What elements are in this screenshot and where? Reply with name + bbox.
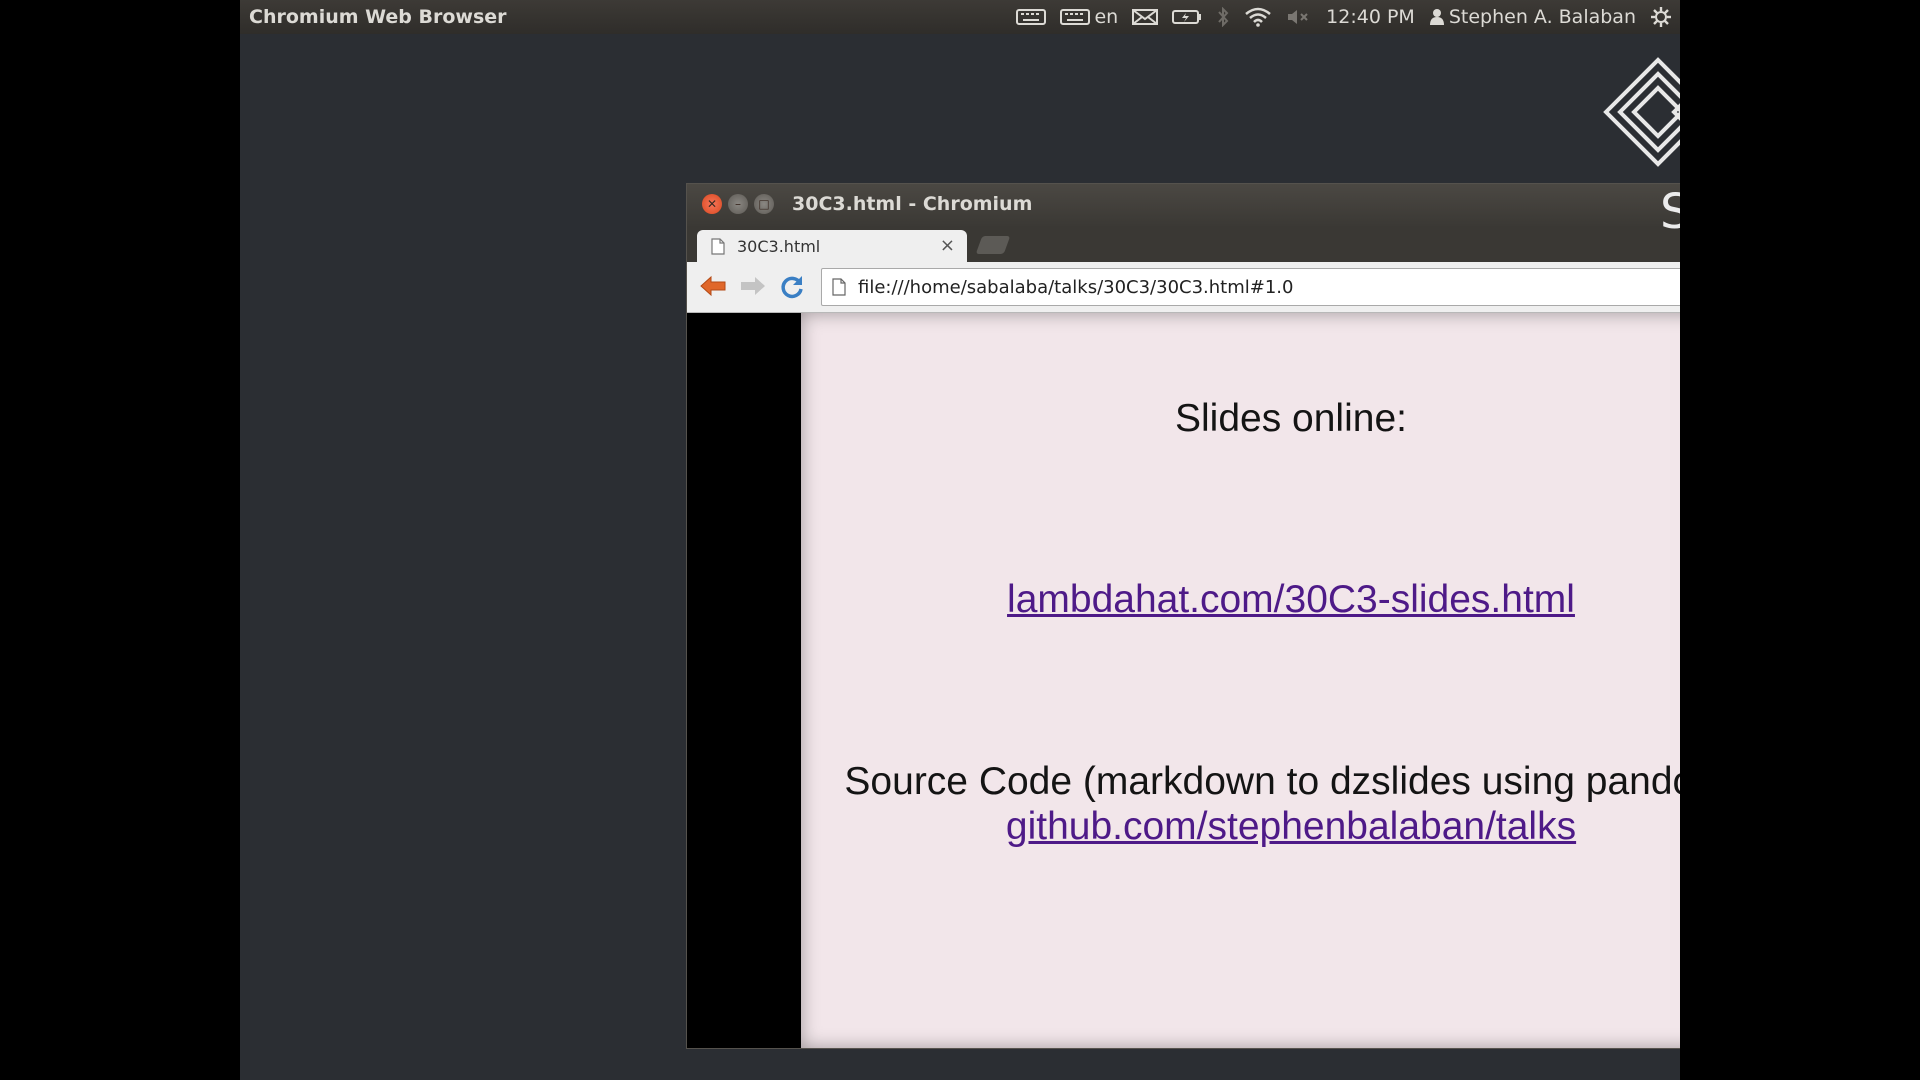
window-titlebar: ✕ – □ 30C3.html - Chromium [687, 184, 1680, 228]
event-logo: Saal I [1596, 50, 1680, 240]
mail-icon[interactable] [1132, 8, 1159, 26]
minimize-icon: – [735, 197, 741, 211]
forward-button[interactable] [739, 274, 767, 302]
slide: Slides online: lambdahat.com/30C3-slides… [801, 313, 1680, 1048]
window-title: 30C3.html - Chromium [792, 193, 1033, 215]
close-icon: ✕ [706, 197, 718, 211]
keyboard-lang-label: en [1094, 6, 1119, 28]
page-icon [832, 278, 846, 296]
tab-strip: 30C3.html × [687, 228, 1680, 262]
indicator-area: en 12:40 PM Stephen A. Balaban [1016, 0, 1672, 34]
keyboard-icon[interactable] [1016, 8, 1047, 26]
wifi-icon[interactable] [1244, 7, 1272, 27]
url-text[interactable]: file:///home/sabalaba/talks/30C3/30C3.ht… [858, 277, 1293, 298]
user-menu[interactable]: Stephen A. Balaban [1429, 6, 1636, 28]
slide-heading: Slides online: [1175, 397, 1407, 440]
active-app-title: Chromium Web Browser [249, 6, 507, 28]
window-maximize-button[interactable]: □ [754, 194, 774, 214]
desktop-screen: Chromium Web Browser en 12:40 PM Stephen… [240, 0, 1680, 1080]
address-bar[interactable]: file:///home/sabalaba/talks/30C3/30C3.ht… [821, 268, 1680, 306]
back-icon [700, 275, 726, 297]
reload-icon [781, 276, 803, 299]
source-code-label: Source Code (markdown to dzslides using … [844, 760, 1680, 803]
user-icon [1429, 9, 1444, 25]
bluetooth-icon[interactable] [1216, 7, 1230, 27]
page-icon [711, 238, 725, 255]
gear-icon[interactable] [1650, 6, 1672, 28]
browser-window: ✕ – □ 30C3.html - Chromium 30C3.html × f… [686, 183, 1680, 1049]
keyboard-layout-icon [1060, 9, 1091, 25]
back-button[interactable] [699, 274, 727, 302]
volume-muted-icon[interactable] [1286, 8, 1312, 26]
tab-label: 30C3.html [737, 237, 821, 256]
user-name: Stephen A. Balaban [1448, 6, 1636, 28]
clock[interactable]: 12:40 PM [1326, 6, 1415, 28]
top-panel: Chromium Web Browser en 12:40 PM Stephen… [240, 0, 1680, 34]
window-close-button[interactable]: ✕ [702, 194, 722, 214]
new-tab-button[interactable] [975, 236, 1011, 254]
battery-icon[interactable] [1172, 8, 1202, 26]
30c3-logo-icon [1603, 57, 1680, 167]
tab-30c3[interactable]: 30C3.html × [697, 230, 967, 262]
source-code-link[interactable]: github.com/stephenbalaban/talks [801, 805, 1680, 849]
tab-close-button[interactable]: × [940, 235, 955, 256]
keyboard-layout-indicator[interactable]: en [1060, 6, 1118, 28]
window-minimize-button[interactable]: – [728, 194, 748, 214]
room-label: Saal I [1660, 184, 1680, 240]
forward-icon [741, 277, 765, 295]
maximize-icon: □ [758, 197, 770, 211]
slides-link[interactable]: lambdahat.com/30C3-slides.html [801, 578, 1680, 622]
browser-toolbar: file:///home/sabalaba/talks/30C3/30C3.ht… [687, 262, 1680, 313]
page-viewport: Slides online: lambdahat.com/30C3-slides… [687, 313, 1680, 1048]
reload-button[interactable] [779, 274, 805, 304]
